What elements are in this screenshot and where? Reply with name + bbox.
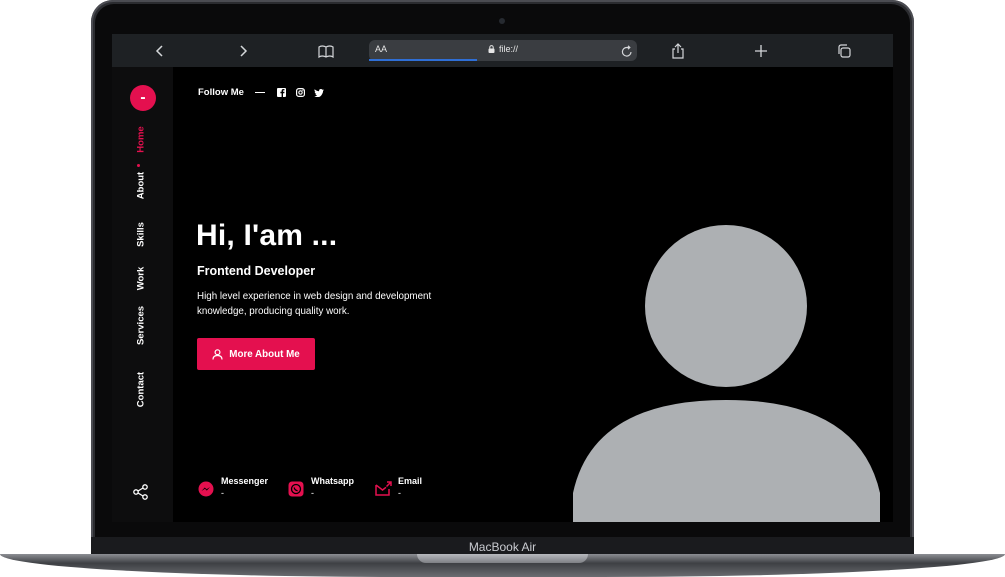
contact-title: Whatsapp <box>311 476 355 486</box>
avatar-body <box>573 400 880 522</box>
reload-icon[interactable] <box>621 43 633 62</box>
forward-icon[interactable] <box>233 41 253 61</box>
contact-email[interactable]: Email - <box>375 476 422 498</box>
nav-home[interactable]: Home <box>136 117 147 163</box>
contact-title: Messenger <box>221 476 269 486</box>
screen: AA file:// - Home About Skills Work Serv… <box>112 34 893 522</box>
loading-progress <box>369 59 477 61</box>
user-icon <box>212 348 223 360</box>
bookmarks-icon[interactable] <box>316 41 336 61</box>
hero-subtitle: Frontend Developer <box>197 264 316 278</box>
camera <box>499 18 505 24</box>
back-icon[interactable] <box>150 41 170 61</box>
follow-label: Follow Me <box>198 87 244 98</box>
contact-value: - <box>221 488 224 498</box>
url-display: file:// <box>488 44 518 54</box>
base-notch <box>417 554 588 563</box>
nav-about[interactable]: About <box>136 163 147 209</box>
website: - Home About Skills Work Services Contac… <box>112 67 893 522</box>
more-about-me-button[interactable]: More About Me <box>197 338 315 370</box>
follow-me-bar: Follow Me <box>198 87 325 98</box>
whatsapp-icon <box>288 481 304 497</box>
new-tab-icon[interactable] <box>751 41 771 61</box>
share-nodes-icon[interactable] <box>132 484 150 504</box>
messenger-icon <box>198 481 214 497</box>
nav-work[interactable]: Work <box>136 256 147 302</box>
instagram-icon[interactable] <box>295 87 306 98</box>
nav-skills[interactable]: Skills <box>136 212 147 258</box>
nav-services[interactable]: Services <box>136 297 147 355</box>
tabs-icon[interactable] <box>834 41 854 61</box>
avatar-head <box>645 225 807 387</box>
facebook-icon[interactable] <box>276 87 287 98</box>
contact-value: - <box>311 488 314 498</box>
address-bar[interactable]: AA file:// <box>369 40 637 61</box>
contact-whatsapp[interactable]: Whatsapp - <box>288 476 354 498</box>
url-text: file:// <box>499 44 519 54</box>
hero-title: Hi, I'am ... <box>196 219 338 252</box>
divider-dash <box>254 92 265 93</box>
twitter-icon[interactable] <box>314 87 325 98</box>
contact-value: - <box>398 488 401 498</box>
logo[interactable]: - <box>130 85 156 111</box>
lock-icon <box>488 45 495 53</box>
hero-description: High level experience in web design and … <box>197 291 432 317</box>
avatar-placeholder <box>573 225 880 522</box>
device-brand-label: MacBook Air <box>468 540 537 554</box>
email-icon <box>375 481 392 497</box>
text-size-button[interactable]: AA <box>375 44 387 54</box>
contact-title: Email <box>398 476 423 486</box>
nav-contact[interactable]: Contact <box>136 361 147 419</box>
contact-messenger[interactable]: Messenger - <box>198 476 268 498</box>
more-about-me-label: More About Me <box>229 348 300 360</box>
side-navigation: - Home About Skills Work Services Contac… <box>112 67 173 522</box>
share-icon[interactable] <box>668 41 688 61</box>
browser-toolbar: AA file:// <box>112 34 893 68</box>
